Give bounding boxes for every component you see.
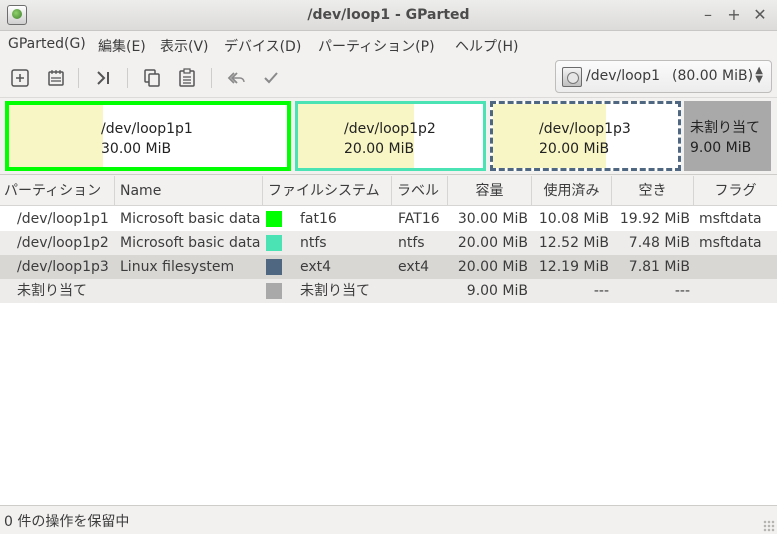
menu-bar: GParted(G) 編集(E) 表示(V) デバイス(D) パーティション(P…: [0, 31, 777, 58]
toolbar-separator: [127, 68, 128, 88]
menu-help[interactable]: ヘルプ(H): [455, 36, 518, 56]
window-title: /dev/loop1 - GParted: [307, 7, 470, 23]
partition-graph-loop1p1[interactable]: /dev/loop1p1 30.00 MiB: [5, 101, 291, 171]
partition-graph-name: /dev/loop1p2: [344, 121, 436, 137]
filesystem-color-swatch: [266, 283, 282, 299]
table-row[interactable]: /dev/loop1p1 Microsoft basic data fat16 FAT…: [0, 207, 777, 231]
partition-graph-unallocated[interactable]: 未割り当て 9.00 MiB: [684, 101, 771, 171]
new-partition-icon[interactable]: [6, 64, 34, 92]
cell-used: 12.19 MiB: [538, 259, 609, 275]
cell-label: [398, 279, 446, 303]
partition-graph-size: 9.00 MiB: [690, 140, 752, 156]
column-header-filesystem[interactable]: ファイルシステム: [263, 176, 392, 206]
paste-icon[interactable]: [173, 64, 201, 92]
menu-device[interactable]: デバイス(D): [224, 36, 301, 56]
cell-used: ---: [593, 283, 609, 299]
partition-graph-loop1p3[interactable]: /dev/loop1p3 20.00 MiB: [490, 101, 681, 171]
cell-label: ntfs: [398, 235, 425, 251]
status-bar: 0 件の操作を保留中: [0, 505, 777, 534]
device-selector[interactable]: /dev/loop1 (80.00 MiB) ▲ ▼: [555, 60, 772, 93]
chevron-updown-icon: ▲ ▼: [755, 65, 763, 85]
cell-used: 10.08 MiB: [538, 211, 609, 227]
menu-edit[interactable]: 編集(E): [98, 36, 146, 56]
column-header-used[interactable]: 使用済み: [532, 176, 612, 206]
disk-icon: [562, 67, 582, 87]
partition-graph-size: 20.00 MiB: [344, 141, 415, 157]
cell-filesystem: 未割り当て: [300, 283, 370, 299]
partition-graph-name: /dev/loop1p1: [101, 121, 193, 137]
column-header-name[interactable]: Name: [115, 176, 263, 206]
partition-graph-size: 30.00 MiB: [101, 141, 172, 157]
cell-flags: msftdata: [699, 211, 762, 227]
cell-flags: [699, 279, 775, 303]
cell-free: 7.48 MiB: [628, 235, 690, 251]
table-header: パーティション Name ファイルシステム ラベル 容量 使用済み 空き フラグ: [0, 176, 777, 206]
cell-name: Linux filesystem: [120, 259, 235, 275]
table-row[interactable]: /dev/loop1p2 Microsoft basic data ntfs ntfs…: [0, 231, 777, 255]
partition-graph-name: 未割り当て: [690, 120, 760, 136]
toolbar-separator: [211, 68, 212, 88]
table-row[interactable]: 未割り当て 未割り当て 9.00 MiB --- ---: [0, 279, 777, 303]
partition-graph-name: /dev/loop1p3: [539, 121, 631, 137]
cell-free: 19.92 MiB: [619, 211, 690, 227]
column-header-label[interactable]: ラベル: [392, 176, 448, 206]
column-header-flags[interactable]: フラグ: [694, 176, 777, 206]
cell-label: ext4: [398, 259, 430, 275]
cell-flags: msftdata: [699, 235, 762, 251]
cell-partition: /dev/loop1p2: [17, 235, 109, 251]
partition-graph: /dev/loop1p1 30.00 MiB /dev/loop1p2 20.0…: [0, 98, 777, 175]
cell-free: ---: [674, 283, 690, 299]
maximize-button[interactable]: +: [723, 4, 745, 26]
column-header-size[interactable]: 容量: [448, 176, 532, 206]
resize-grip[interactable]: [763, 520, 775, 532]
cell-partition: /dev/loop1p1: [17, 211, 109, 227]
used-space-bar: [9, 105, 103, 167]
close-button[interactable]: ✕: [749, 4, 771, 26]
pending-operations-status: 0 件の操作を保留中: [4, 514, 130, 530]
cell-filesystem: ntfs: [300, 235, 327, 251]
cell-free: 7.81 MiB: [628, 259, 690, 275]
cell-filesystem: ext4: [300, 259, 332, 275]
cell-name: Microsoft basic data: [120, 211, 261, 227]
delete-partition-icon[interactable]: [42, 64, 70, 92]
cell-size: 9.00 MiB: [466, 283, 528, 299]
cell-flags: [699, 255, 775, 279]
cell-size: 30.00 MiB: [457, 211, 528, 227]
copy-icon[interactable]: [138, 64, 166, 92]
cell-label: FAT16: [398, 211, 440, 227]
cell-used: 12.52 MiB: [538, 235, 609, 251]
menu-view[interactable]: 表示(V): [160, 36, 209, 56]
column-header-free[interactable]: 空き: [612, 176, 694, 206]
filesystem-color-swatch: [266, 259, 282, 275]
cell-filesystem: fat16: [300, 211, 337, 227]
cell-partition: 未割り当て: [17, 283, 87, 299]
undo-icon[interactable]: [222, 64, 250, 92]
partition-graph-size: 20.00 MiB: [539, 141, 610, 157]
partition-table: パーティション Name ファイルシステム ラベル 容量 使用済み 空き フラグ…: [0, 176, 777, 505]
column-header-partition[interactable]: パーティション: [0, 176, 115, 206]
cell-size: 20.00 MiB: [457, 259, 528, 275]
apply-icon[interactable]: [257, 64, 285, 92]
filesystem-color-swatch: [266, 235, 282, 251]
device-size: (80.00 MiB): [672, 68, 754, 84]
device-name: /dev/loop1: [586, 68, 661, 84]
cell-name: [120, 279, 262, 303]
menu-gparted[interactable]: GParted(G): [8, 36, 86, 52]
filesystem-color-swatch: [266, 211, 282, 227]
table-row[interactable]: /dev/loop1p3 Linux filesystem ext4 ext4 20.0…: [0, 255, 777, 279]
cell-partition: /dev/loop1p3: [17, 259, 109, 275]
minimize-button[interactable]: –: [697, 4, 719, 26]
cell-size: 20.00 MiB: [457, 235, 528, 251]
resize-move-icon[interactable]: [89, 64, 117, 92]
menu-partition[interactable]: パーティション(P): [318, 36, 435, 56]
partition-graph-loop1p2[interactable]: /dev/loop1p2 20.00 MiB: [295, 101, 486, 171]
toolbar-separator: [78, 68, 79, 88]
title-bar: /dev/loop1 - GParted – + ✕: [0, 0, 777, 31]
cell-name: Microsoft basic data: [120, 235, 261, 251]
